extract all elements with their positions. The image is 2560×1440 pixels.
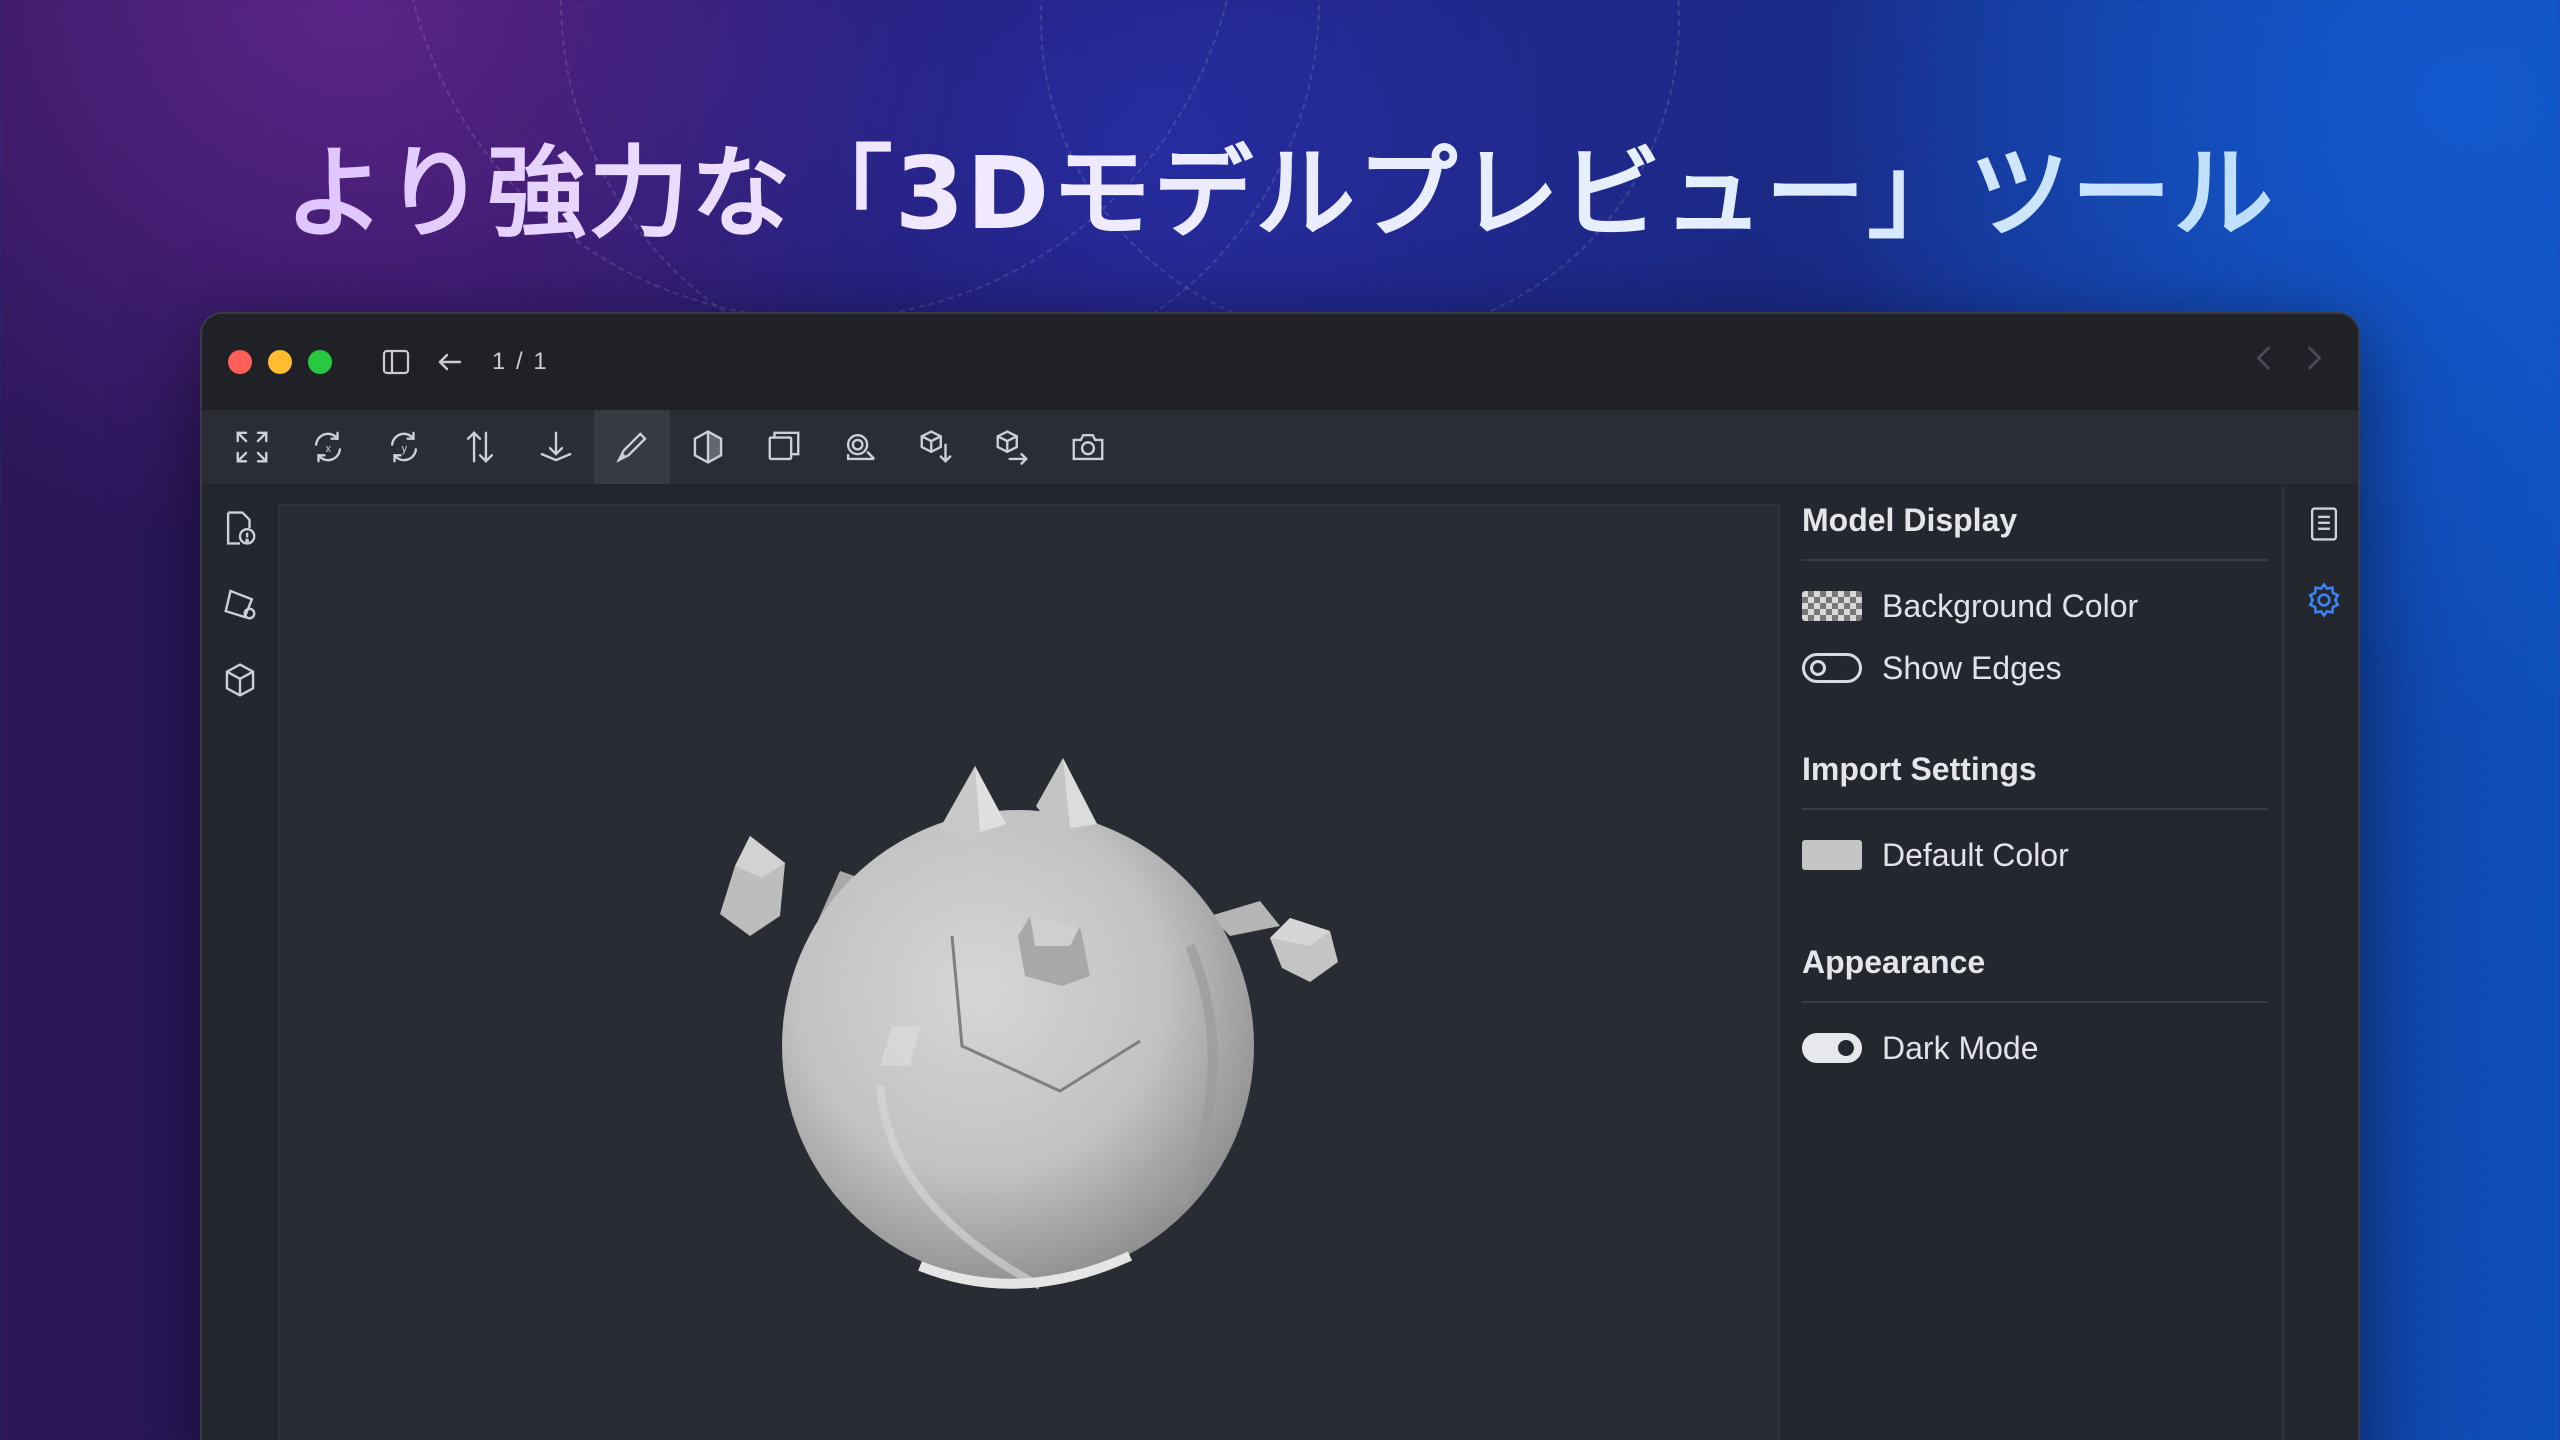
import-settings-heading: Import Settings — [1802, 751, 2268, 810]
default-color-row[interactable]: Default Color — [1802, 824, 2282, 886]
fullscreen-icon[interactable] — [214, 410, 290, 484]
background-color-row[interactable]: Background Color — [1802, 575, 2282, 637]
toolbar: x y — [202, 410, 2358, 486]
title-bar: 1 / 1 — [202, 314, 2358, 410]
flip-vertical-icon[interactable] — [442, 410, 518, 484]
workspace: Model Display Background Color Show Edge… — [202, 486, 2358, 1440]
svg-text:x: x — [326, 443, 332, 455]
window-controls — [228, 350, 332, 374]
cube-right-icon[interactable] — [974, 410, 1050, 484]
sidebar-toggle-icon[interactable] — [374, 340, 418, 384]
rotate-y-icon[interactable]: y — [366, 410, 442, 484]
stacked-shapes-icon[interactable] — [822, 410, 898, 484]
dark-mode-toggle[interactable] — [1802, 1033, 1862, 1063]
chevron-right-icon[interactable] — [2296, 340, 2332, 376]
file-info-icon[interactable] — [220, 508, 260, 548]
appearance-heading: Appearance — [1802, 944, 2268, 1003]
zoom-window-button[interactable] — [308, 350, 332, 374]
default-color-label: Default Color — [1882, 836, 2069, 873]
page-headline: より強力な「3Dモデルプレビュー」ツール — [0, 112, 2560, 257]
background-color-label: Background Color — [1882, 587, 2139, 624]
app-window: 1 / 1 x y Model Display Background Color… — [200, 312, 2360, 1440]
show-edges-label: Show Edges — [1882, 649, 2062, 686]
dark-mode-label: Dark Mode — [1882, 1029, 2039, 1066]
page-navigation — [2246, 340, 2332, 376]
show-edges-row[interactable]: Show Edges — [1802, 637, 2282, 699]
3d-model-render — [720, 758, 1338, 1290]
cube-down-icon[interactable] — [898, 410, 974, 484]
document-list-icon[interactable] — [2304, 504, 2344, 544]
minimize-window-button[interactable] — [268, 350, 292, 374]
background-color-swatch[interactable] — [1802, 591, 1862, 621]
move-down-icon[interactable] — [518, 410, 594, 484]
pen-icon[interactable] — [594, 410, 670, 484]
dark-mode-row[interactable]: Dark Mode — [1802, 1017, 2282, 1079]
page-counter: 1 / 1 — [492, 348, 549, 375]
close-window-button[interactable] — [228, 350, 252, 374]
chevron-left-icon[interactable] — [2246, 340, 2282, 376]
model-display-heading: Model Display — [1802, 502, 2268, 561]
back-arrow-icon[interactable] — [428, 340, 472, 384]
cube-icon[interactable] — [220, 660, 260, 700]
left-rail — [202, 486, 278, 1440]
settings-panel: Model Display Background Color Show Edge… — [1780, 486, 2282, 1440]
default-color-swatch[interactable] — [1802, 840, 1862, 870]
gear-icon[interactable] — [2304, 580, 2344, 620]
show-edges-toggle[interactable] — [1802, 653, 1862, 683]
rotate-x-icon[interactable]: x — [290, 410, 366, 484]
right-rail — [2282, 486, 2358, 1440]
half-shade-icon[interactable] — [670, 410, 746, 484]
camera-icon[interactable] — [1050, 410, 1126, 484]
cube-face-icon[interactable] — [746, 410, 822, 484]
model-viewport[interactable] — [278, 504, 1780, 1440]
svg-text:y: y — [402, 443, 408, 455]
shapes-icon[interactable] — [220, 584, 260, 624]
